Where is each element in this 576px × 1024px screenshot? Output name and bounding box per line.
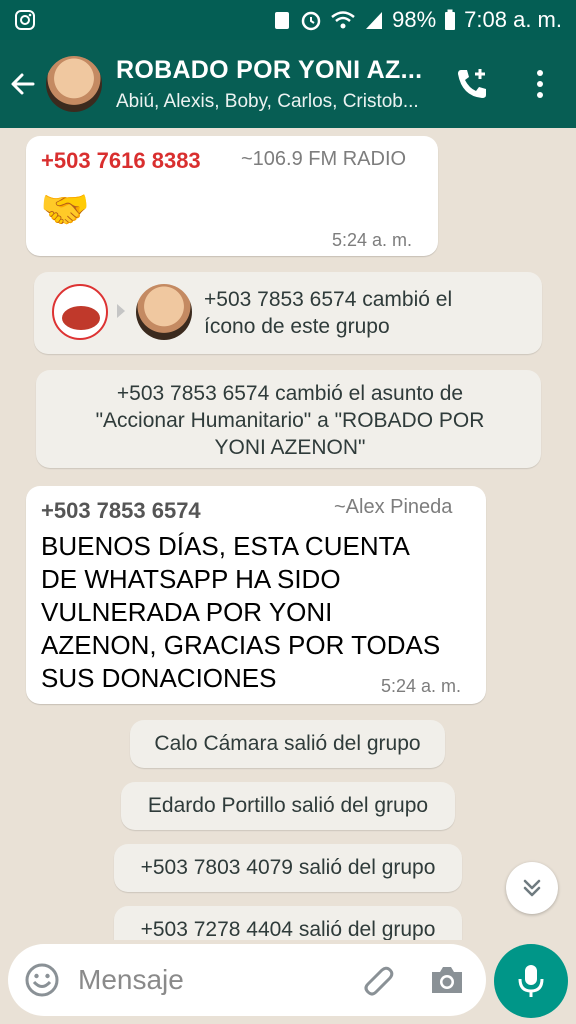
system-message-subject-change: +503 7853 6574 cambió el asunto de "Acci… xyxy=(36,370,541,468)
system-message-icon-change: +503 7853 6574 cambió el ícono de este g… xyxy=(34,272,542,354)
message-composer: Mensaje xyxy=(8,944,486,1016)
add-call-icon xyxy=(458,69,486,98)
message-text: BUENOS DÍAS, ESTA CUENTA DE WHATSAPP HA … xyxy=(41,531,441,693)
group-info[interactable]: ROBADO POR YONI AZ... Abiú, Alexis, Boby… xyxy=(116,56,446,113)
left-text: Calo Cámara salió del grupo xyxy=(154,732,421,755)
chat-header: ROBADO POR YONI AZ... Abiú, Alexis, Boby… xyxy=(0,40,576,128)
message-input[interactable]: Mensaje xyxy=(78,964,184,996)
system-message-left: +503 7278 4404 salió del grupo xyxy=(114,906,462,940)
handshake-emoji: 🤝 xyxy=(40,188,90,232)
group-avatar[interactable] xyxy=(46,56,102,112)
voice-record-button[interactable] xyxy=(494,944,568,1018)
add-call-button[interactable] xyxy=(452,64,496,104)
sender-name: ~Alex Pineda xyxy=(334,496,453,518)
battery-icon xyxy=(445,9,456,30)
old-group-icon xyxy=(52,284,108,340)
wifi-icon xyxy=(331,11,355,29)
message-list[interactable]: +503 7616 8383 ~106.9 FM RADIO 🤝 5:24 a.… xyxy=(0,128,576,940)
message-bubble[interactable]: +503 7853 6574 ~Alex Pineda BUENOS DÍAS,… xyxy=(26,486,486,704)
arrow-right-icon xyxy=(117,304,125,318)
left-text: +503 7803 4079 salió del grupo xyxy=(140,856,436,879)
left-text: +503 7278 4404 salió del grupo xyxy=(140,918,436,940)
emoji-icon[interactable] xyxy=(24,962,60,998)
camera-icon[interactable] xyxy=(428,962,466,998)
clock: 7:08 a. m. xyxy=(464,7,562,32)
sender-name: ~106.9 FM RADIO xyxy=(241,148,407,170)
scroll-to-bottom-button[interactable] xyxy=(506,862,558,914)
subject-change-text: +503 7853 6574 cambió el asunto de "Acci… xyxy=(95,382,485,459)
alarm-icon xyxy=(301,11,321,31)
group-title: ROBADO POR YONI AZ... xyxy=(116,55,423,84)
status-bar: 98% 7:08 a. m. xyxy=(0,0,576,40)
message-time: 5:24 a. m. xyxy=(381,676,462,696)
sender-number: +503 7853 6574 xyxy=(41,498,201,523)
attach-icon[interactable] xyxy=(360,962,396,998)
more-options-button[interactable] xyxy=(526,64,554,104)
more-vert-icon xyxy=(537,70,543,76)
instagram-icon xyxy=(15,10,35,30)
battery-percent: 98% xyxy=(392,7,437,32)
message-time: 5:24 a. m. xyxy=(332,230,413,250)
group-members: Abiú, Alexis, Boby, Carlos, Cristob... xyxy=(116,90,419,112)
back-arrow-icon xyxy=(11,73,35,95)
system-message-left: Calo Cámara salió del grupo xyxy=(130,720,445,768)
icon-change-text: +503 7853 6574 cambió el ícono de este g… xyxy=(204,288,453,338)
signal-icon xyxy=(366,12,383,29)
back-button[interactable] xyxy=(0,40,46,128)
new-group-icon xyxy=(136,284,192,340)
message-bubble[interactable]: +503 7616 8383 ~106.9 FM RADIO 🤝 5:24 a.… xyxy=(26,136,438,256)
system-message-left: Edardo Portillo salió del grupo xyxy=(121,782,455,830)
mic-icon xyxy=(518,965,544,997)
system-message-left: +503 7803 4079 salió del grupo xyxy=(114,844,462,892)
double-chevron-down-icon xyxy=(523,879,541,897)
recycle-icon xyxy=(275,12,290,29)
left-text: Edardo Portillo salió del grupo xyxy=(147,794,429,817)
sender-number: +503 7616 8383 xyxy=(41,148,201,173)
